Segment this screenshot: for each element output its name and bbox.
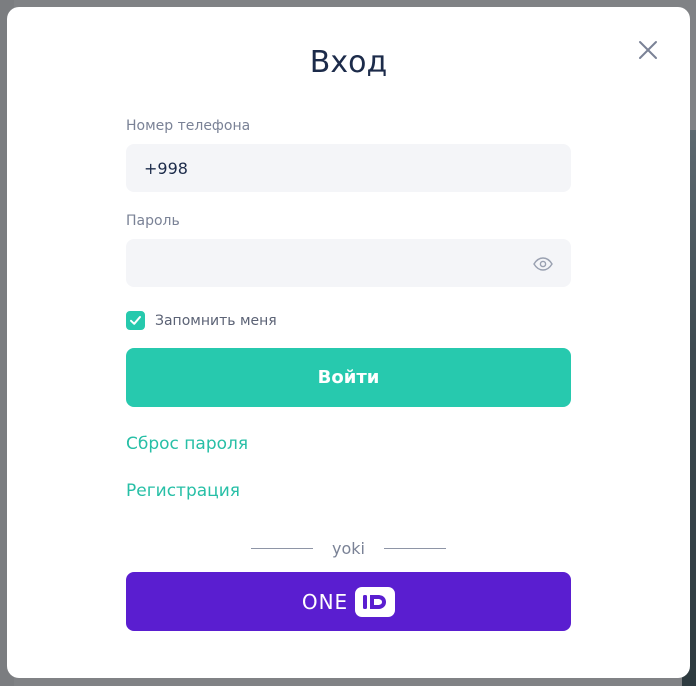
remember-label: Запомнить меня — [155, 312, 277, 329]
login-button[interactable]: Войти — [126, 348, 571, 407]
oneid-logo-icon — [355, 586, 396, 617]
remember-me: Запомнить меня — [126, 311, 277, 330]
reset-password-link[interactable]: Сброс пароля — [126, 434, 248, 454]
oneid-text: ONE — [301, 589, 349, 614]
eye-icon[interactable] — [533, 256, 553, 272]
phone-input[interactable] — [126, 144, 571, 192]
register-link[interactable]: Регистрация — [126, 481, 240, 501]
check-icon — [130, 316, 141, 325]
phone-label: Номер телефона — [126, 118, 251, 134]
divider-line-right — [384, 548, 446, 549]
oneid-login-button[interactable]: ONE — [126, 572, 571, 631]
divider: yoki — [251, 539, 446, 558]
divider-text: yoki — [332, 539, 365, 558]
remember-checkbox[interactable] — [126, 311, 145, 330]
password-input[interactable] — [126, 239, 571, 287]
page-title: Вход — [309, 45, 388, 80]
password-label: Пароль — [126, 213, 180, 229]
divider-line-left — [251, 548, 313, 549]
login-modal: Вход Номер телефона Пароль Запомнить мен… — [7, 7, 690, 678]
